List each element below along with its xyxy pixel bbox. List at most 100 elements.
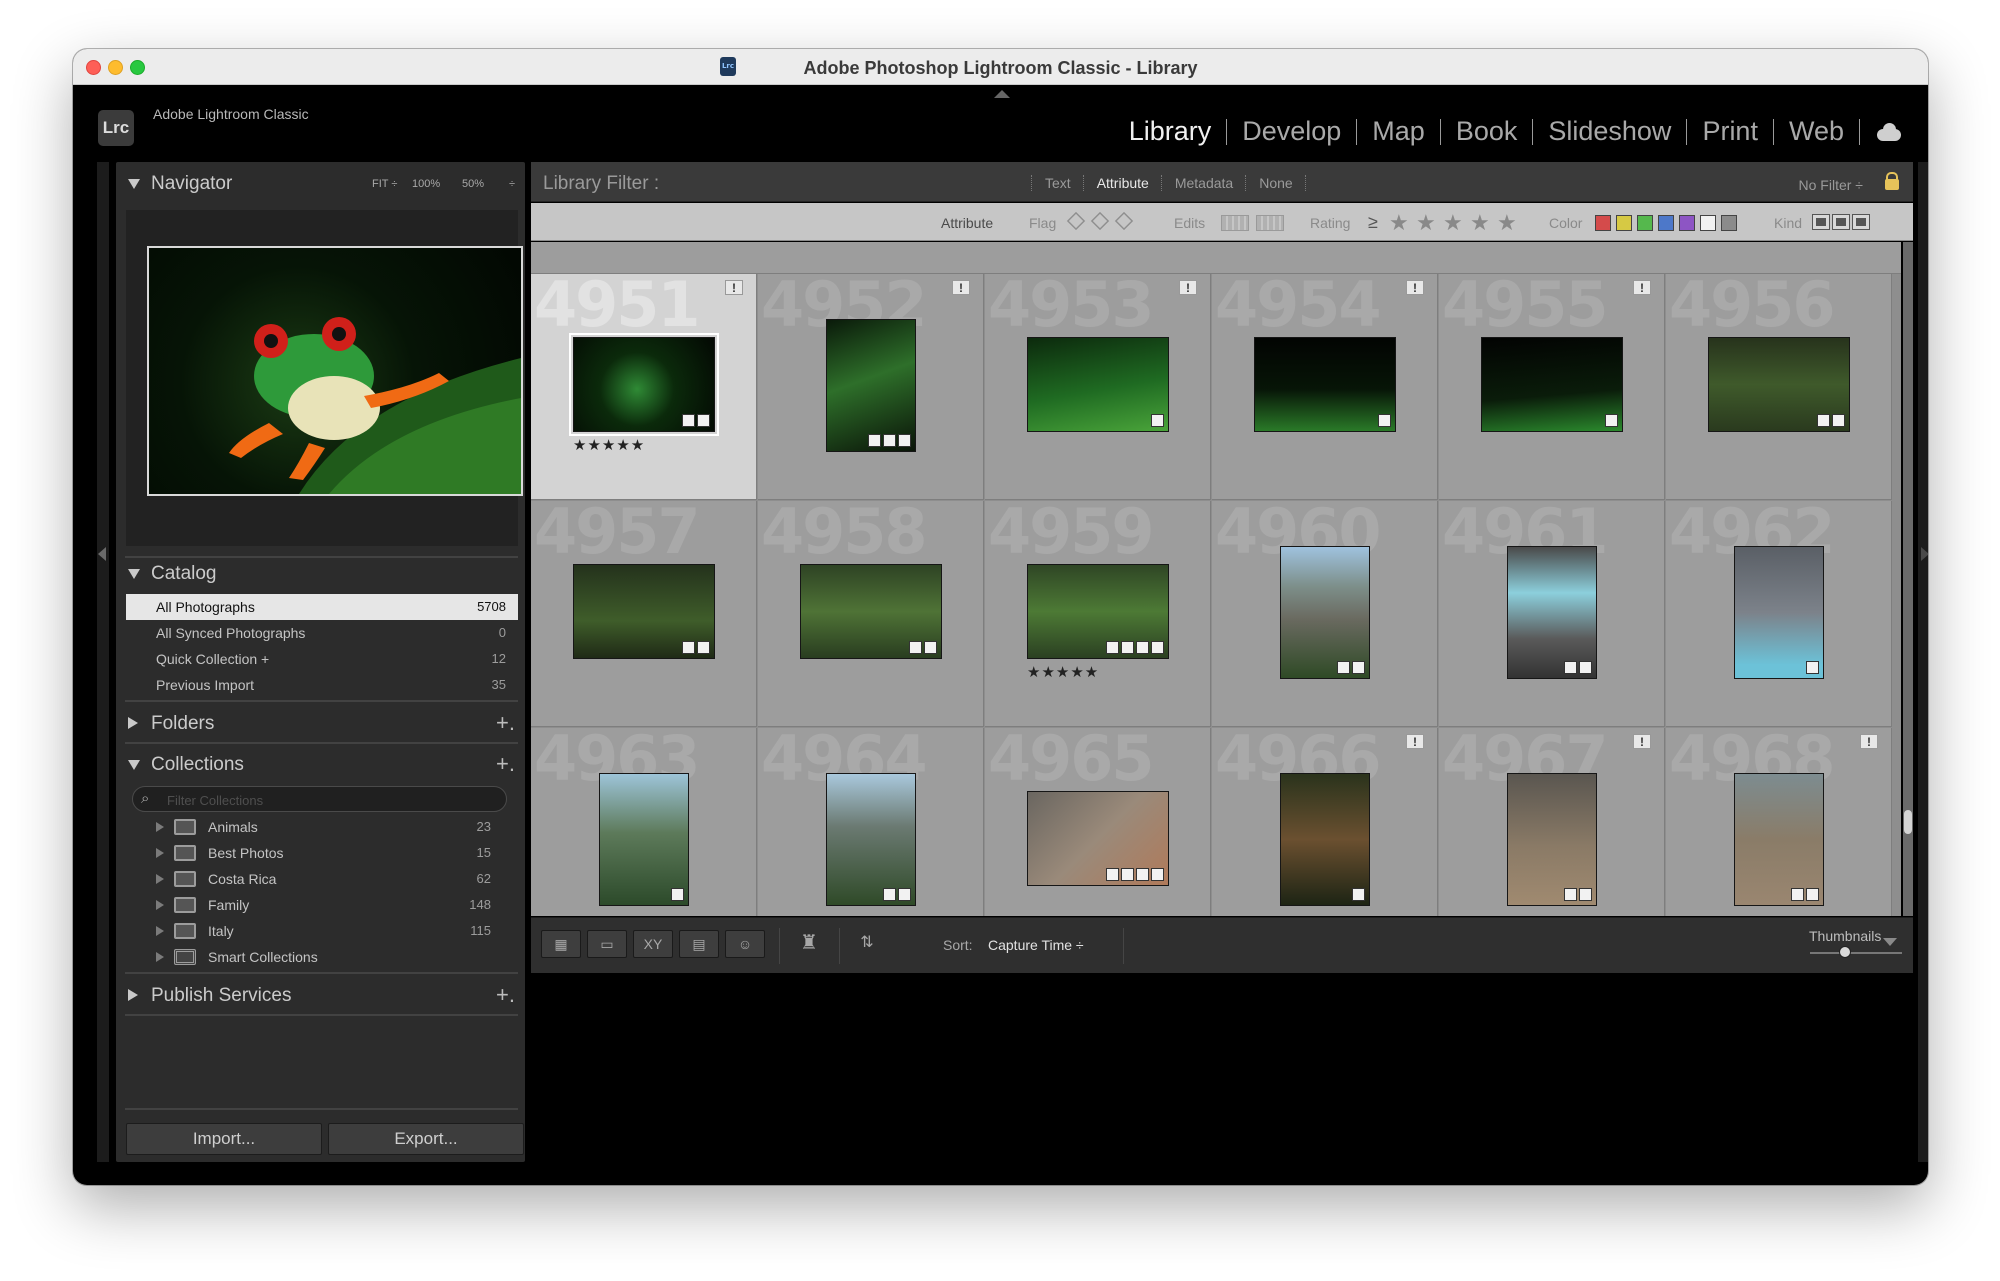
- grid-cell[interactable]: 4961: [1439, 495, 1665, 727]
- expand-triangle-icon[interactable]: [128, 717, 138, 729]
- photo-thumbnail[interactable]: [1734, 546, 1824, 679]
- publish-services-header[interactable]: Publish Services +.: [116, 978, 525, 1014]
- thumbnail-badge-icon[interactable]: [697, 414, 710, 427]
- slider-knob[interactable]: [1838, 946, 1851, 958]
- left-panel-toggle-icon[interactable]: [98, 547, 106, 561]
- expand-triangle-icon[interactable]: [156, 874, 164, 884]
- thumbnail-badge-icon[interactable]: [1605, 414, 1618, 427]
- zoom-menu[interactable]: ÷: [509, 178, 515, 190]
- kind-video-icon[interactable]: [1852, 214, 1870, 230]
- photo-thumbnail[interactable]: [1734, 773, 1824, 906]
- photo-thumbnail[interactable]: [573, 564, 715, 659]
- thumbnail-badge-icon[interactable]: [1806, 661, 1819, 674]
- catalog-item-all-synced[interactable]: All Synced Photographs 0: [126, 620, 518, 646]
- grid-cell[interactable]: 4962: [1666, 495, 1892, 727]
- people-view-button[interactable]: ☺: [725, 930, 765, 958]
- thumbnail-badge-icon[interactable]: [1121, 641, 1134, 654]
- module-slideshow[interactable]: Slideshow: [1533, 116, 1686, 147]
- color-red-swatch[interactable]: [1595, 215, 1611, 231]
- tab-none[interactable]: None: [1247, 175, 1304, 191]
- thumbnail-badge-icon[interactable]: [1791, 888, 1804, 901]
- module-print[interactable]: Print: [1687, 116, 1773, 147]
- grid-scrollbar[interactable]: [1903, 242, 1913, 916]
- photo-thumbnail[interactable]: [1280, 546, 1370, 679]
- catalog-item-quick-collection[interactable]: Quick Collection + 12: [126, 646, 518, 672]
- tab-attribute[interactable]: Attribute: [1085, 175, 1161, 191]
- unflagged-filter-icon[interactable]: [1090, 211, 1110, 231]
- grid-cell[interactable]: 4963: [531, 722, 757, 916]
- right-panel-toggle-icon[interactable]: [1921, 547, 1928, 561]
- right-panel-strip[interactable]: [1918, 162, 1928, 1162]
- thumbnail-badge-icon[interactable]: [1151, 868, 1164, 881]
- missing-file-warning-icon[interactable]: !: [952, 280, 970, 295]
- survey-view-button[interactable]: ▤: [679, 930, 719, 958]
- grid-cell[interactable]: 4958: [758, 495, 984, 727]
- grid-cell[interactable]: 4953!: [985, 268, 1211, 500]
- color-yellow-swatch[interactable]: [1616, 215, 1632, 231]
- thumbnail-badge-icon[interactable]: [1832, 414, 1845, 427]
- photo-thumbnail[interactable]: [826, 319, 916, 452]
- thumbnail-badge-icon[interactable]: [898, 888, 911, 901]
- loupe-view-button[interactable]: ▭: [587, 930, 627, 958]
- photo-thumbnail[interactable]: [1280, 773, 1370, 906]
- collections-header[interactable]: Collections +.: [116, 747, 525, 783]
- thumbnail-badge-icon[interactable]: [1106, 641, 1119, 654]
- kind-master-icon[interactable]: [1812, 214, 1830, 230]
- grid-cell[interactable]: 4959 ★★★★★: [985, 495, 1211, 727]
- thumbnail-badge-icon[interactable]: [883, 888, 896, 901]
- collection-item-best-photos[interactable]: Best Photos 15: [126, 840, 518, 866]
- compare-view-button[interactable]: XY: [633, 930, 673, 958]
- flagged-filter-icon[interactable]: [1066, 211, 1086, 231]
- thumbnail-badge-icon[interactable]: [1337, 661, 1350, 674]
- tab-text[interactable]: Text: [1033, 175, 1083, 191]
- thumbnail-badge-icon[interactable]: [1378, 414, 1391, 427]
- thumbnail-badge-icon[interactable]: [868, 434, 881, 447]
- module-develop[interactable]: Develop: [1227, 116, 1356, 147]
- thumbnail-size-slider[interactable]: [1810, 946, 1902, 958]
- grid-cell[interactable]: 4966!: [1212, 722, 1438, 916]
- thumbnail-badge-icon[interactable]: [1121, 868, 1134, 881]
- photo-thumbnail[interactable]: [1708, 337, 1850, 432]
- missing-file-warning-icon[interactable]: !: [1406, 734, 1424, 749]
- thumbnail-badge-icon[interactable]: [898, 434, 911, 447]
- missing-file-warning-icon[interactable]: !: [1860, 734, 1878, 749]
- expand-triangle-icon[interactable]: [156, 900, 164, 910]
- grid-cell[interactable]: 4967!: [1439, 722, 1665, 916]
- grid-cell[interactable]: 4951! ★★★★★: [531, 268, 757, 500]
- sort-direction-icon[interactable]: ⇅: [847, 930, 887, 958]
- rating-star-4-icon[interactable]: ★: [1470, 210, 1490, 236]
- thumbnail-badge-icon[interactable]: [682, 414, 695, 427]
- add-collection-button[interactable]: +.: [496, 751, 515, 777]
- photo-thumbnail[interactable]: [1507, 773, 1597, 906]
- toolbar-options-chevron-icon[interactable]: [1883, 938, 1897, 946]
- filter-preset-dropdown[interactable]: No Filter ÷: [1799, 177, 1863, 193]
- rating-operator[interactable]: ≥: [1368, 212, 1378, 233]
- zoom-fit[interactable]: FIT ÷: [372, 178, 397, 190]
- thumbnail-badge-icon[interactable]: [924, 641, 937, 654]
- module-book[interactable]: Book: [1441, 116, 1533, 147]
- color-purple-swatch[interactable]: [1679, 215, 1695, 231]
- catalog-header[interactable]: Catalog: [116, 556, 525, 592]
- missing-file-warning-icon[interactable]: !: [725, 280, 743, 295]
- grid-cell[interactable]: 4968!: [1666, 722, 1892, 916]
- star-rating[interactable]: ★★★★★: [573, 436, 645, 454]
- thumbnail-badge-icon[interactable]: [1352, 661, 1365, 674]
- rating-star-5-icon[interactable]: ★: [1497, 210, 1517, 236]
- add-publish-service-button[interactable]: +.: [496, 982, 515, 1008]
- edited-filter-icon[interactable]: [1221, 215, 1249, 231]
- expand-triangle-icon[interactable]: [156, 926, 164, 936]
- top-panel-toggle-icon[interactable]: [994, 90, 1010, 98]
- photo-thumbnail[interactable]: [1027, 791, 1169, 886]
- photo-thumbnail[interactable]: [1254, 337, 1396, 432]
- grid-cell[interactable]: 4957: [531, 495, 757, 727]
- photo-thumbnail[interactable]: [800, 564, 942, 659]
- missing-file-warning-icon[interactable]: !: [1179, 280, 1197, 295]
- folders-header[interactable]: Folders +.: [116, 706, 525, 742]
- catalog-item-previous-import[interactable]: Previous Import 35: [126, 672, 518, 698]
- thumbnail-badge-icon[interactable]: [1136, 641, 1149, 654]
- kind-virtual-copy-icon[interactable]: [1832, 214, 1850, 230]
- zoom-50[interactable]: 50%: [462, 178, 484, 190]
- import-button[interactable]: Import...: [126, 1123, 322, 1155]
- navigator-preview-image[interactable]: [147, 246, 523, 496]
- thumbnail-badge-icon[interactable]: [1564, 888, 1577, 901]
